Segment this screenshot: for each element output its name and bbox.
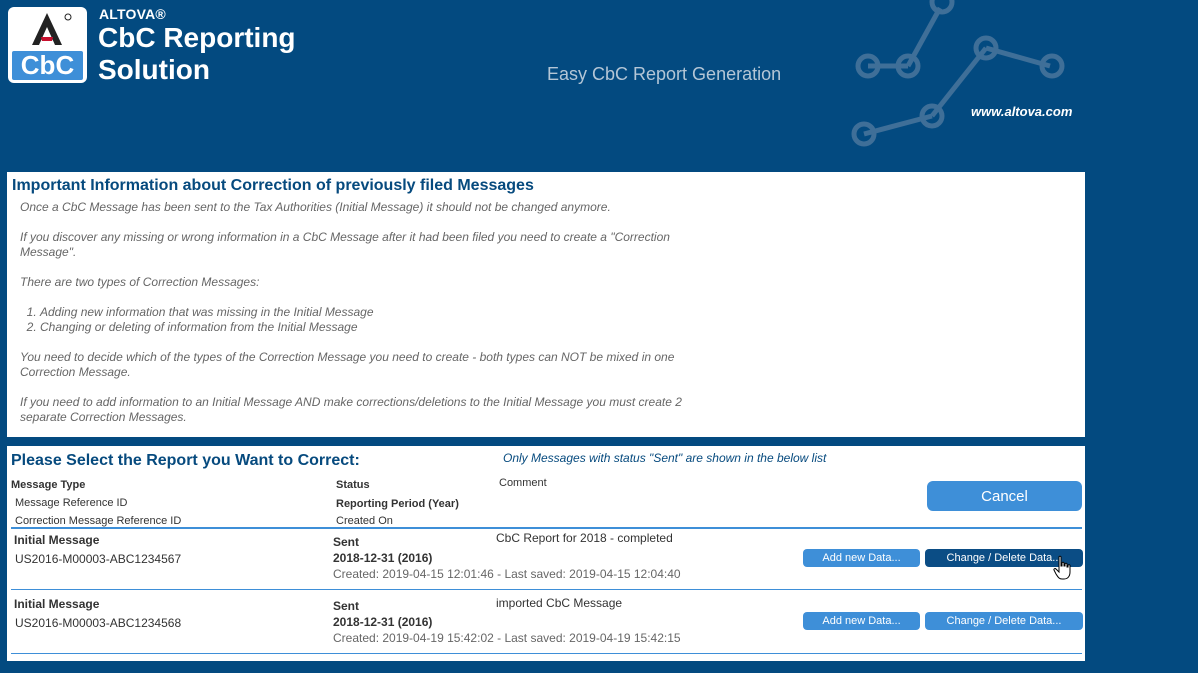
header-divider bbox=[11, 527, 1082, 529]
row-comment: CbC Report for 2018 - completed bbox=[496, 531, 673, 545]
row-divider bbox=[11, 589, 1082, 590]
row-reporting-period: 2018-12-31 (2016) bbox=[333, 615, 433, 629]
info-paragraph-2: If you discover any missing or wrong inf… bbox=[20, 230, 670, 259]
select-title: Please Select the Report you Want to Cor… bbox=[11, 452, 360, 469]
info-paragraph-1: Once a CbC Message has been sent to the … bbox=[20, 200, 611, 214]
row-comment: imported CbC Message bbox=[496, 596, 623, 610]
info-paragraph-5: If you need to add information to an Ini… bbox=[20, 395, 682, 424]
row-message-type: Initial Message bbox=[14, 597, 100, 611]
add-new-data-button[interactable]: Add new Data... bbox=[803, 612, 920, 630]
select-note: Only Messages with status "Sent" are sho… bbox=[503, 451, 827, 465]
row-message-type: Initial Message bbox=[14, 533, 100, 547]
cancel-button[interactable]: Cancel bbox=[927, 481, 1082, 511]
row-status: Sent bbox=[333, 599, 360, 613]
app-header: CbC ALTOVA® CbC Reporting Solution Easy … bbox=[0, 0, 1198, 170]
header-created-on: Created On bbox=[336, 515, 393, 527]
header-reporting-period: Reporting Period (Year) bbox=[336, 498, 459, 510]
brand-line-1: CbC Reporting bbox=[98, 22, 296, 53]
list-item: Adding new information that was missing … bbox=[40, 305, 1080, 320]
altova-logo-icon: CbC bbox=[8, 7, 87, 83]
info-paragraph-3: There are two types of Correction Messag… bbox=[20, 275, 260, 289]
header-message-type: Message Type bbox=[11, 479, 86, 491]
list-item: Changing or deleting of information from… bbox=[40, 320, 1080, 335]
info-panel: Important Information about Correction o… bbox=[7, 172, 1085, 437]
row-created: Created: 2019-04-15 12:01:46 - Last save… bbox=[333, 567, 681, 581]
table-row: Initial Message US2016-M00003-ABC1234567… bbox=[7, 530, 1085, 594]
row-divider bbox=[11, 653, 1082, 654]
row-created: Created: 2019-04-19 15:42:02 - Last save… bbox=[333, 631, 681, 645]
brand-product-name: CbC Reporting Solution bbox=[98, 22, 296, 86]
table-row: Initial Message US2016-M00003-ABC1234568… bbox=[7, 594, 1085, 658]
logo-cbc-label: CbC bbox=[12, 51, 83, 80]
brand-company: ALTOVA® bbox=[99, 6, 166, 22]
row-reporting-period: 2018-12-31 (2016) bbox=[333, 551, 433, 565]
correction-types-list: Adding new information that was missing … bbox=[12, 305, 1080, 335]
info-title: Important Information about Correction o… bbox=[12, 177, 534, 194]
info-paragraph-4: You need to decide which of the types of… bbox=[20, 350, 675, 379]
hand-pointer-icon bbox=[1053, 555, 1071, 580]
website-link[interactable]: www.altova.com bbox=[971, 104, 1072, 119]
header-message-ref: Message Reference ID bbox=[15, 497, 128, 509]
network-graphic-icon bbox=[851, 0, 1065, 147]
tagline: Easy CbC Report Generation bbox=[547, 64, 782, 84]
header-comment: Comment bbox=[499, 477, 547, 489]
row-status: Sent bbox=[333, 535, 360, 549]
add-new-data-button[interactable]: Add new Data... bbox=[803, 549, 920, 567]
change-delete-data-button[interactable]: Change / Delete Data... bbox=[925, 612, 1083, 630]
header-correction-ref: Correction Message Reference ID bbox=[15, 515, 182, 527]
row-message-ref: US2016-M00003-ABC1234568 bbox=[15, 616, 182, 630]
brand-line-2: Solution bbox=[98, 54, 210, 85]
row-message-ref: US2016-M00003-ABC1234567 bbox=[15, 552, 182, 566]
report-select-panel: Please Select the Report you Want to Cor… bbox=[7, 446, 1085, 661]
header-status: Status bbox=[336, 479, 370, 491]
